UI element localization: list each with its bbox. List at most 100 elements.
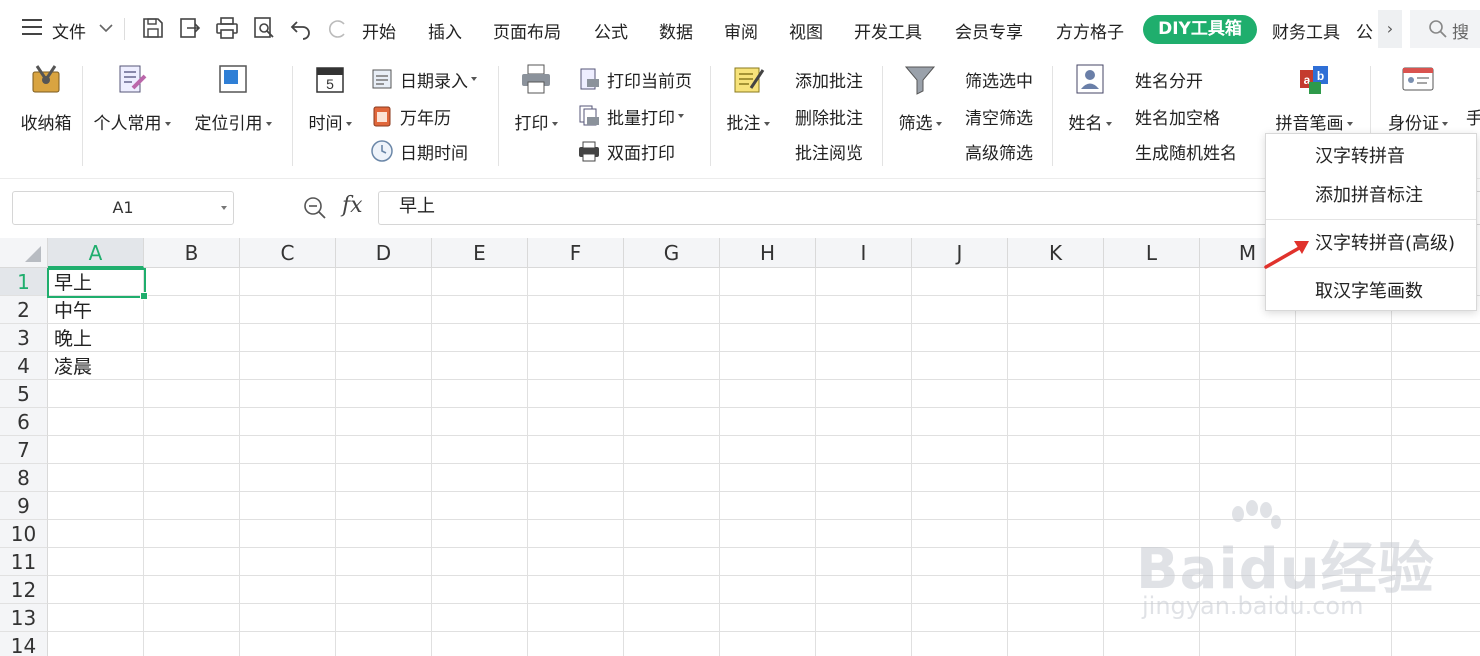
menu-item-hanzi-to-pinyin[interactable]: 汉字转拼音 <box>1266 139 1476 175</box>
menu-item-add-pinyin-annotation[interactable]: 添加拼音标注 <box>1266 178 1476 214</box>
more-truncated-label: 手 <box>1466 108 1480 129</box>
date-entry-label: 日期录入 <box>400 71 468 92</box>
redo-icon[interactable] <box>326 16 350 40</box>
menu-item-stroke-count[interactable]: 取汉字笔画数 <box>1266 274 1476 310</box>
search-box[interactable]: 搜 <box>1410 10 1480 48</box>
column-header-k[interactable]: K <box>1008 238 1104 268</box>
random-name-button[interactable]: 生成随机姓名 <box>1135 136 1237 166</box>
toolbox-icon <box>32 65 60 93</box>
batch-print-button[interactable]: 批量打印 <box>577 101 684 131</box>
column-header-a[interactable]: A <box>48 238 144 268</box>
row-header-1[interactable]: 1 <box>0 268 48 296</box>
delete-comment-button[interactable]: 删除批注 <box>795 101 863 131</box>
column-header-b[interactable]: B <box>144 238 240 268</box>
name-box[interactable]: A1 <box>12 191 234 225</box>
personal-common-button[interactable]: 个人常用 <box>88 62 176 134</box>
datetime-button[interactable]: 日期时间 <box>370 136 468 166</box>
row-header-4[interactable]: 4 <box>0 352 48 380</box>
row-header-14[interactable]: 14 <box>0 632 48 656</box>
selected-cell-outline <box>47 268 148 300</box>
cell-a4[interactable]: 凌晨 <box>48 353 144 381</box>
time-button[interactable]: 5 时间 <box>300 62 360 134</box>
menu-file[interactable]: 文件 <box>52 18 86 43</box>
tab-developer[interactable]: 开发工具 <box>854 18 922 43</box>
column-header-i[interactable]: I <box>816 238 912 268</box>
tab-start[interactable]: 开始 <box>362 18 396 43</box>
column-header-d[interactable]: D <box>336 238 432 268</box>
column-header-j[interactable]: J <box>912 238 1008 268</box>
grid-row-line <box>48 631 1480 632</box>
save-icon[interactable] <box>141 16 165 40</box>
row-header-3[interactable]: 3 <box>0 324 48 352</box>
column-header-c[interactable]: C <box>240 238 336 268</box>
tab-finance[interactable]: 财务工具 <box>1272 18 1340 43</box>
fx-button[interactable]: fx <box>342 193 363 218</box>
row-header-7[interactable]: 7 <box>0 436 48 464</box>
row-header-13[interactable]: 13 <box>0 604 48 632</box>
column-header-l[interactable]: L <box>1104 238 1200 268</box>
locate-reference-button[interactable]: 定位引用 <box>188 62 278 134</box>
row-header-11[interactable]: 11 <box>0 548 48 576</box>
tab-page-layout[interactable]: 页面布局 <box>493 18 561 43</box>
id-card-button[interactable]: 身份证 <box>1380 62 1456 134</box>
grid-column-line <box>623 268 624 656</box>
print-button[interactable]: 打印 <box>506 62 566 134</box>
zoom-out-icon[interactable] <box>302 195 328 221</box>
calendar-button[interactable]: 万年历 <box>370 101 451 131</box>
pinyin-stroke-button[interactable]: a b 拼音笔画 <box>1266 62 1362 134</box>
red-pointer-arrow-icon <box>1264 241 1309 269</box>
tab-truncated[interactable]: 公 <box>1356 18 1376 43</box>
print-icon[interactable] <box>215 16 239 40</box>
name-space-button[interactable]: 姓名加空格 <box>1135 101 1220 131</box>
clear-filter-button[interactable]: 清空筛选 <box>965 101 1033 131</box>
add-comment-button[interactable]: 添加批注 <box>795 64 863 94</box>
cell-a3[interactable]: 晚上 <box>48 325 144 353</box>
tab-insert[interactable]: 插入 <box>428 18 462 43</box>
grid-column-line <box>815 268 816 656</box>
filter-label: 筛选 <box>898 114 933 134</box>
tab-review[interactable]: 审阅 <box>724 18 758 43</box>
filter-selected-label: 筛选选中 <box>965 71 1033 92</box>
row-header-5[interactable]: 5 <box>0 380 48 408</box>
undo-icon[interactable] <box>289 16 313 40</box>
view-comment-button[interactable]: 批注阅览 <box>795 136 863 166</box>
row-header-10[interactable]: 10 <box>0 520 48 548</box>
export-icon[interactable] <box>178 16 202 40</box>
row-header-12[interactable]: 12 <box>0 576 48 604</box>
column-header-f[interactable]: F <box>528 238 624 268</box>
tab-diy-toolbox[interactable]: DIY工具箱 <box>1143 15 1257 44</box>
chevron-down-icon[interactable] <box>98 20 114 36</box>
toolbox-button[interactable]: 收纳箱 <box>16 62 76 134</box>
column-header-h[interactable]: H <box>720 238 816 268</box>
tab-member[interactable]: 会员专享 <box>955 18 1023 43</box>
name-button[interactable]: 姓名 <box>1060 62 1120 134</box>
split-name-button[interactable]: 姓名分开 <box>1135 64 1203 94</box>
row-header-6[interactable]: 6 <box>0 408 48 436</box>
print-current-page-button[interactable]: 打印当前页 <box>577 64 692 94</box>
duplex-print-icon <box>579 141 599 162</box>
row-header-9[interactable]: 9 <box>0 492 48 520</box>
name-box-dropdown-icon[interactable] <box>221 206 227 210</box>
date-entry-button[interactable]: 日期录入 <box>370 64 477 94</box>
duplex-print-label: 双面打印 <box>607 143 675 164</box>
filter-button[interactable]: 筛选 <box>890 62 950 134</box>
hamburger-menu-icon[interactable] <box>22 19 42 35</box>
tab-view[interactable]: 视图 <box>789 18 823 43</box>
print-preview-icon[interactable] <box>252 16 276 40</box>
svg-text:5: 5 <box>326 76 334 92</box>
advanced-filter-button[interactable]: 高级筛选 <box>965 136 1033 166</box>
cell-a2[interactable]: 中午 <box>48 297 144 325</box>
comment-button[interactable]: 批注 <box>718 62 778 134</box>
tab-data[interactable]: 数据 <box>659 18 693 43</box>
tabs-scroll-right-button[interactable]: › <box>1378 10 1402 48</box>
tab-formula[interactable]: 公式 <box>594 18 628 43</box>
select-all-corner[interactable] <box>0 238 48 268</box>
filter-selected-button[interactable]: 筛选选中 <box>965 64 1033 94</box>
column-header-e[interactable]: E <box>432 238 528 268</box>
row-header-8[interactable]: 8 <box>0 464 48 492</box>
duplex-print-button[interactable]: 双面打印 <box>577 136 675 166</box>
row-header-2[interactable]: 2 <box>0 296 48 324</box>
more-truncated-button[interactable]: 手 <box>1466 101 1480 131</box>
tab-fangfang[interactable]: 方方格子 <box>1056 18 1124 43</box>
column-header-g[interactable]: G <box>624 238 720 268</box>
